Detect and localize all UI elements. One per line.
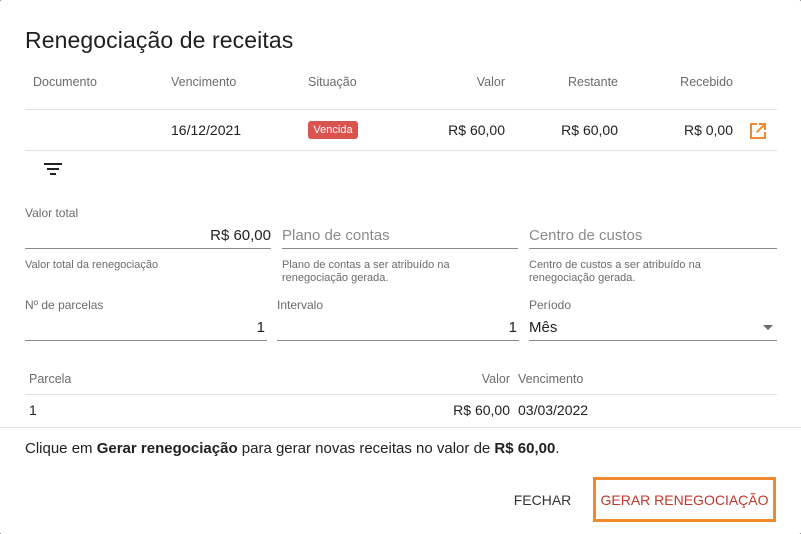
col-valor: Valor — [481, 372, 510, 386]
cell-parcela: 1 — [29, 402, 37, 418]
plano-contas-hint-2: renegociação gerada. — [282, 272, 389, 284]
info-amount: R$ 60,00 — [494, 440, 556, 457]
col-restante: Restante — [567, 75, 618, 89]
cell-vencimento: 03/03/2022 — [518, 402, 589, 418]
col-valor: Valor — [476, 75, 505, 89]
plano-contas-hint-1: Plano de contas a ser atribuído na — [282, 259, 450, 271]
centro-custos-placeholder: Centro de custos — [529, 227, 643, 244]
col-recebido: Recebido — [680, 75, 733, 89]
parcelas-value: 1 — [256, 319, 265, 336]
centro-custos-hint-1: Centro de custos a ser atribuído na — [529, 259, 701, 271]
filter-icon[interactable] — [43, 160, 63, 178]
table-divider — [25, 394, 777, 395]
valor-total-input[interactable]: R$ 60,00 — [25, 223, 271, 249]
col-documento: Documento — [33, 75, 97, 89]
cell-restante: R$ 60,00 — [561, 122, 618, 138]
info-message: Clique em Gerar renegociação para gerar … — [25, 440, 559, 457]
centro-custos-hint-2: renegociação gerada. — [529, 272, 636, 284]
info-prefix: Clique em — [25, 440, 97, 457]
parcelas-label: Nº de parcelas — [25, 298, 104, 312]
parcelas-input[interactable]: 1 — [25, 315, 267, 341]
col-situacao: Situação — [308, 75, 357, 89]
generate-renegotiation-button[interactable]: GERAR RENEGOCIAÇÃO — [593, 477, 776, 522]
intervalo-label: Intervalo — [277, 298, 324, 312]
plano-contas-input[interactable]: Plano de contas — [282, 223, 518, 249]
info-action: Gerar renegociação — [96, 440, 238, 457]
periodo-value: Mês — [529, 319, 558, 336]
col-vencimento: Vencimento — [171, 75, 237, 89]
col-parcela: Parcela — [29, 372, 72, 386]
close-button[interactable]: FECHAR — [505, 486, 580, 514]
cell-recebido: R$ 0,00 — [683, 122, 733, 138]
periodo-select[interactable]: Mês — [529, 315, 777, 341]
cell-valor: R$ 60,00 — [448, 122, 505, 138]
dialog-title: Renegociação de receitas — [25, 27, 294, 53]
status-badge: Vencida — [308, 121, 358, 139]
centro-custos-input[interactable]: Centro de custos — [529, 223, 777, 249]
table-divider — [25, 109, 777, 110]
valor-total-label: Valor total — [25, 206, 79, 220]
cell-vencimento: 16/12/2021 — [171, 122, 242, 138]
col-vencimento: Vencimento — [518, 372, 584, 386]
renegotiation-dialog: Renegociação de receitas Documento Venci… — [0, 0, 801, 534]
info-middle: para gerar novas receitas no valor de — [237, 440, 495, 457]
intervalo-input[interactable]: 1 — [277, 315, 519, 341]
dropdown-caret-icon — [763, 325, 773, 330]
table-divider — [25, 150, 777, 151]
valor-total-hint: Valor total da renegociação — [25, 259, 159, 271]
section-divider — [0, 427, 801, 428]
valor-total-value: R$ 60,00 — [210, 227, 271, 244]
intervalo-value: 1 — [508, 319, 517, 336]
cell-valor: R$ 60,00 — [453, 402, 510, 418]
periodo-label: Período — [529, 298, 572, 312]
plano-contas-placeholder: Plano de contas — [282, 227, 390, 244]
info-suffix: . — [555, 440, 560, 457]
open-in-new-icon[interactable] — [747, 120, 769, 142]
